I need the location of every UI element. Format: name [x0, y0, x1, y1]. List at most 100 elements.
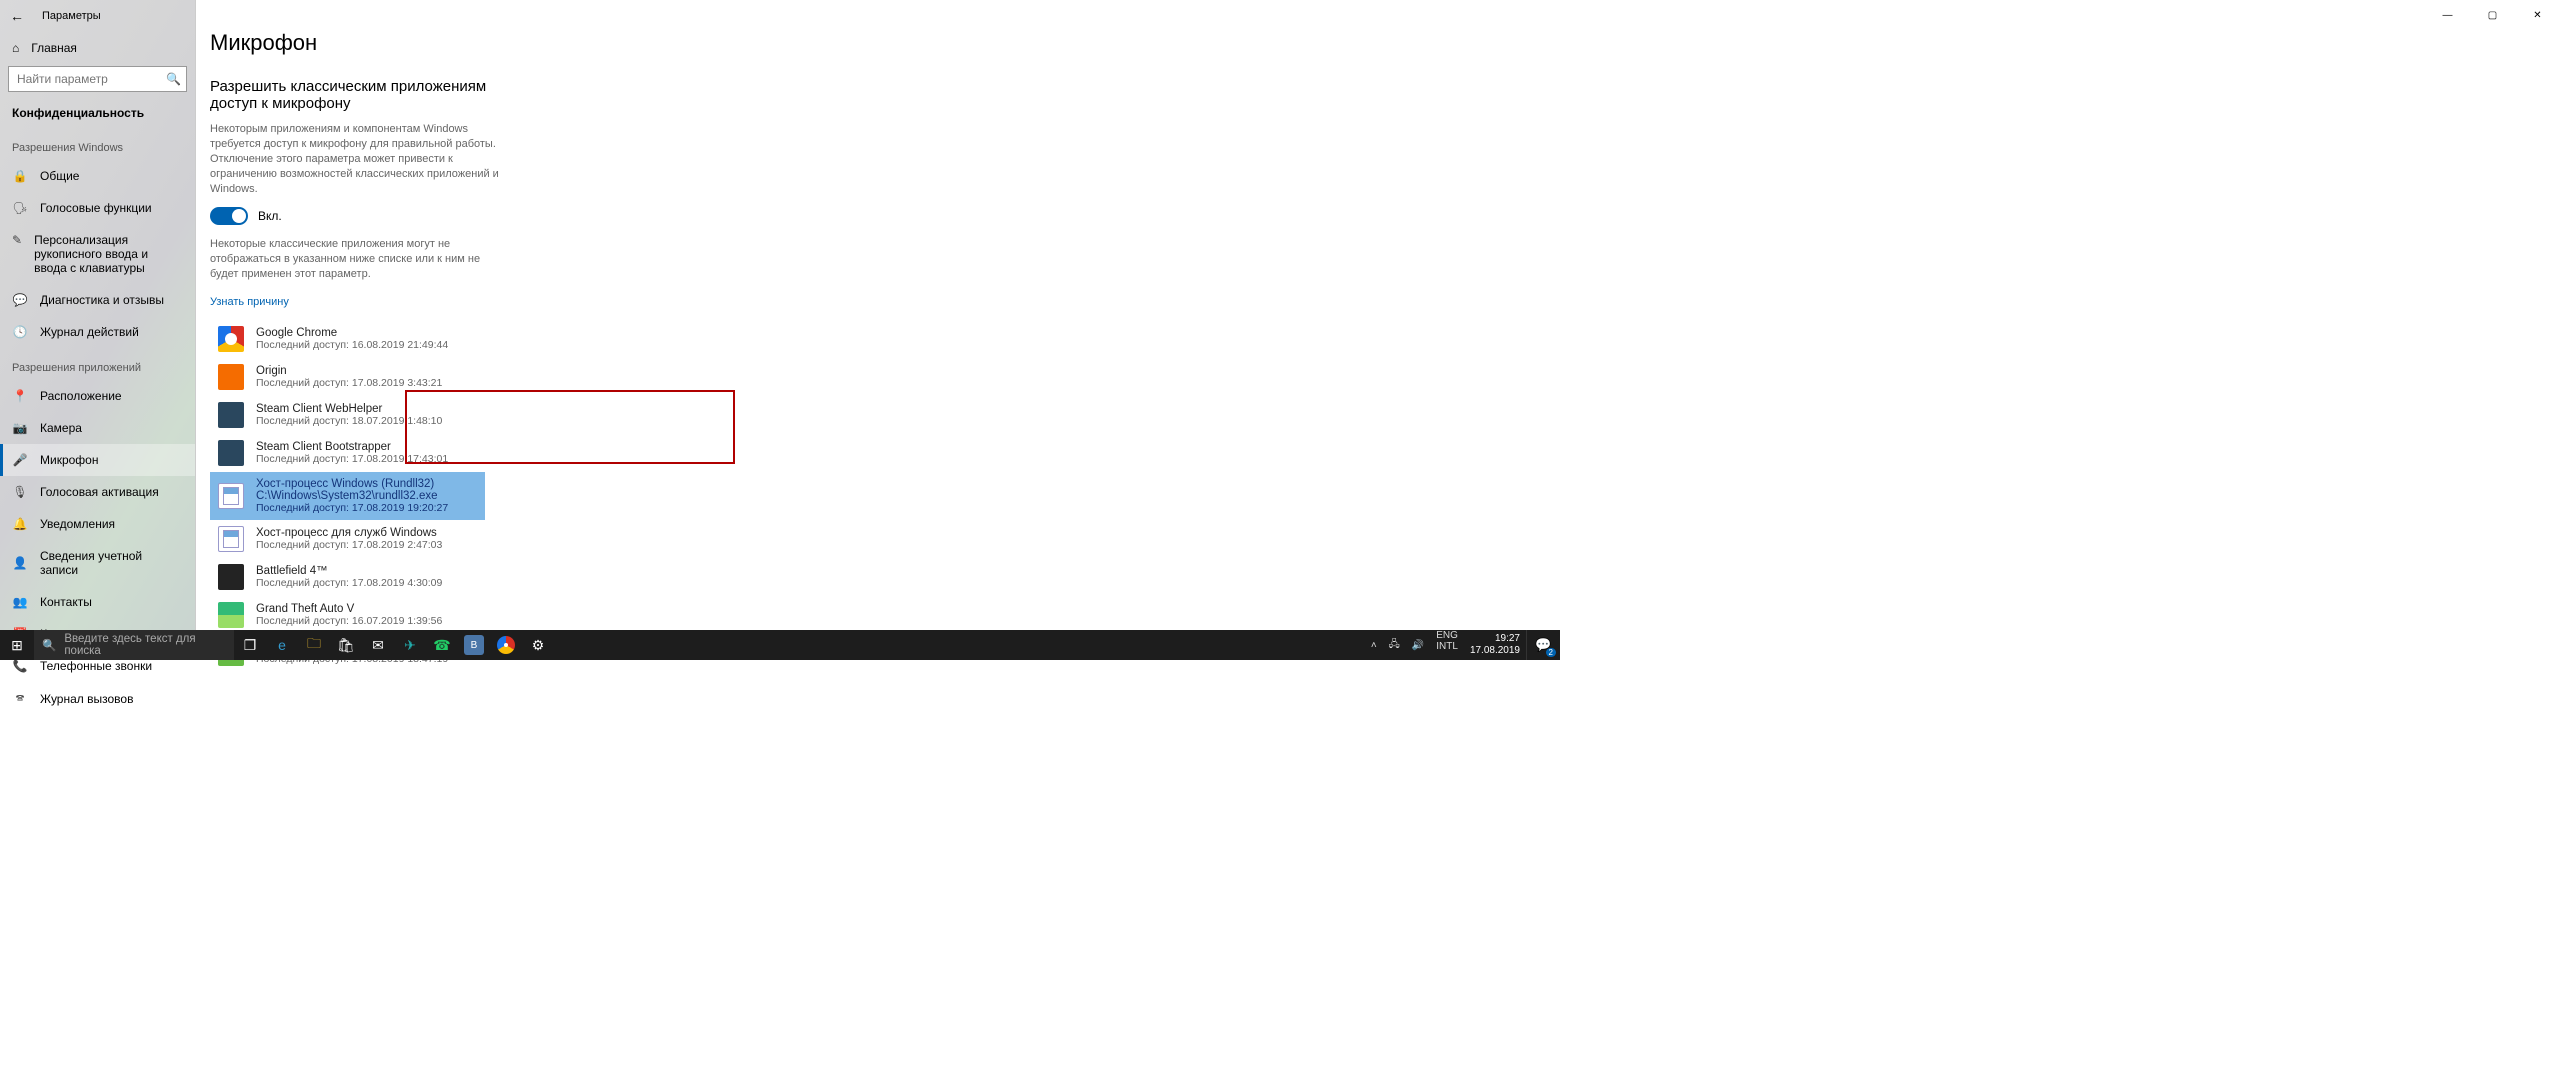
- taskbar-search[interactable]: 🔍 Введите здесь текст для поиска: [34, 630, 234, 660]
- app-path: C:\Windows\System32\rundll32.exe: [256, 490, 448, 502]
- apps-list-note: Некоторые классические приложения могут …: [210, 237, 500, 282]
- app-last-access: Последний доступ: 17.08.2019 2:47:03: [256, 539, 442, 551]
- app-name: Origin: [256, 365, 442, 377]
- app-info: Battlefield 4™Последний доступ: 17.08.20…: [256, 565, 442, 589]
- maximize-button[interactable]: ▢: [2470, 0, 2515, 30]
- tray-network-icon[interactable]: 🖧: [1383, 630, 1406, 660]
- home-label: Главная: [31, 41, 77, 55]
- section-heading: Разрешить классическим приложениям досту…: [210, 78, 510, 112]
- back-button[interactable]: ←: [10, 8, 24, 24]
- nav-general[interactable]: 🔒Общие: [0, 160, 195, 192]
- taskbar-apps: ❐ e 🗀 🛍 ✉ ✈ ☎ B ⚙: [234, 630, 554, 660]
- app-last-access: Последний доступ: 17.08.2019 3:43:21: [256, 377, 442, 389]
- app-info: Steam Client WebHelperПоследний доступ: …: [256, 403, 442, 427]
- nav-speech[interactable]: 🗣Голосовые функции: [0, 192, 195, 224]
- nav-activity[interactable]: 🕓Журнал действий: [0, 316, 195, 348]
- taskbar-app-whatsapp[interactable]: ☎: [426, 630, 458, 660]
- taskbar-app-edge[interactable]: e: [266, 630, 298, 660]
- settings-search[interactable]: 🔍: [8, 66, 187, 92]
- taskbar-app-chrome[interactable]: [490, 630, 522, 660]
- close-button[interactable]: ✕: [2515, 0, 2560, 30]
- app-icon: [218, 440, 244, 466]
- app-icon: [218, 483, 244, 509]
- app-row[interactable]: Steam Client BootstrapperПоследний досту…: [210, 434, 510, 472]
- app-last-access: Последний доступ: 16.07.2019 1:39:56: [256, 615, 442, 627]
- settings-sidebar: ← Параметры ⌂ Главная 🔍 Конфиденциальнос…: [0, 0, 196, 640]
- app-row[interactable]: Grand Theft Auto VПоследний доступ: 16.0…: [210, 596, 510, 634]
- window-title: Параметры: [42, 10, 101, 22]
- taskbar-app-vk[interactable]: B: [464, 635, 484, 655]
- app-row[interactable]: Steam Client WebHelperПоследний доступ: …: [210, 396, 510, 434]
- app-row[interactable]: Google ChromeПоследний доступ: 16.08.201…: [210, 320, 510, 358]
- app-info: Хост-процесс для служб WindowsПоследний …: [256, 527, 442, 551]
- tray-volume-icon[interactable]: 🔊: [1406, 630, 1430, 660]
- nav-notifications[interactable]: 🔔Уведомления: [0, 508, 195, 540]
- app-info: Grand Theft Auto VПоследний доступ: 16.0…: [256, 603, 442, 627]
- app-icon: [218, 526, 244, 552]
- app-row[interactable]: Хост-процесс для служб WindowsПоследний …: [210, 520, 510, 558]
- speech-icon: 🗣: [12, 201, 28, 215]
- group-windows-permissions: Разрешения Windows: [0, 128, 195, 160]
- tray-overflow[interactable]: ˄: [1365, 630, 1383, 660]
- taskbar-app-explorer[interactable]: 🗀: [298, 630, 330, 660]
- toggle-state-label: Вкл.: [258, 209, 282, 223]
- nav-contacts[interactable]: 👥Контакты: [0, 586, 195, 618]
- taskbar-app-store[interactable]: 🛍: [330, 630, 362, 660]
- nav-microphone[interactable]: 🎤Микрофон: [0, 444, 195, 476]
- nav-location[interactable]: 📍Расположение: [0, 380, 195, 412]
- app-icon: [218, 564, 244, 590]
- taskbar-tray: ˄ 🖧 🔊 ENG INTL 19:27 17.08.2019 💬2: [1365, 630, 1560, 660]
- lock-icon: 🔒: [12, 169, 28, 183]
- app-name: Grand Theft Auto V: [256, 603, 442, 615]
- nav-voice-activation[interactable]: 🎙Голосовая активация: [0, 476, 195, 508]
- feedback-icon: 💬: [12, 293, 28, 307]
- tray-action-center[interactable]: 💬2: [1526, 630, 1560, 660]
- call-history-icon: 🕿: [12, 691, 28, 706]
- minimize-button[interactable]: —: [2425, 0, 2470, 30]
- nav-call-history[interactable]: 🕿Журнал вызовов: [0, 682, 195, 715]
- tray-language[interactable]: ENG INTL: [1430, 630, 1464, 660]
- search-input[interactable]: [8, 66, 187, 92]
- app-icon: [218, 602, 244, 628]
- phone-icon: 📞: [12, 659, 28, 673]
- location-icon: 📍: [12, 389, 28, 403]
- app-row[interactable]: Хост-процесс Windows (Rundll32)C:\Window…: [210, 472, 485, 520]
- nav-camera[interactable]: 📷Камера: [0, 412, 195, 444]
- app-info: Steam Client BootstrapperПоследний досту…: [256, 441, 448, 465]
- desktop-apps-toggle-row: Вкл.: [210, 207, 2560, 225]
- app-icon: [218, 364, 244, 390]
- history-icon: 🕓: [12, 325, 28, 339]
- tray-clock[interactable]: 19:27 17.08.2019: [1464, 633, 1526, 657]
- app-name: Steam Client Bootstrapper: [256, 441, 448, 453]
- taskbar-app-settings[interactable]: ⚙: [522, 630, 554, 660]
- task-view-button[interactable]: ❐: [234, 630, 266, 660]
- taskbar-app-mail[interactable]: ✉: [362, 630, 394, 660]
- home-icon: ⌂: [12, 41, 19, 55]
- desktop-apps-toggle[interactable]: [210, 207, 248, 225]
- contacts-icon: 👥: [12, 595, 28, 609]
- start-button[interactable]: ⊞: [0, 630, 34, 660]
- home-button[interactable]: ⌂ Главная: [0, 32, 195, 64]
- nav-ink-typing[interactable]: ✎Персонализация рукописного ввода и ввод…: [0, 224, 195, 284]
- account-icon: 👤: [12, 556, 28, 570]
- nav-diagnostics[interactable]: 💬Диагностика и отзывы: [0, 284, 195, 316]
- app-last-access: Последний доступ: 18.07.2019 1:48:10: [256, 415, 442, 427]
- app-icon: [218, 326, 244, 352]
- app-row[interactable]: Battlefield 4™Последний доступ: 17.08.20…: [210, 558, 510, 596]
- camera-icon: 📷: [12, 421, 28, 435]
- learn-more-link[interactable]: Узнать причину: [210, 296, 289, 308]
- app-name: Хост-процесс для служб Windows: [256, 527, 442, 539]
- app-name: Google Chrome: [256, 327, 448, 339]
- bell-icon: 🔔: [12, 517, 28, 531]
- microphone-icon: 🎤: [12, 453, 28, 467]
- taskbar: ⊞ 🔍 Введите здесь текст для поиска ❐ e 🗀…: [0, 630, 1560, 660]
- taskbar-app-telegram[interactable]: ✈: [394, 630, 426, 660]
- window-controls: — ▢ ✕: [2425, 0, 2560, 30]
- app-info: Хост-процесс Windows (Rundll32)C:\Window…: [256, 478, 448, 514]
- taskbar-search-placeholder: Введите здесь текст для поиска: [64, 633, 226, 657]
- search-icon: 🔍: [42, 638, 56, 652]
- nav-account-info[interactable]: 👤Сведения учетной записи: [0, 540, 195, 586]
- app-last-access: Последний доступ: 17.08.2019 17:43:01: [256, 453, 448, 465]
- category-privacy[interactable]: Конфиденциальность: [0, 98, 195, 128]
- app-row[interactable]: OriginПоследний доступ: 17.08.2019 3:43:…: [210, 358, 510, 396]
